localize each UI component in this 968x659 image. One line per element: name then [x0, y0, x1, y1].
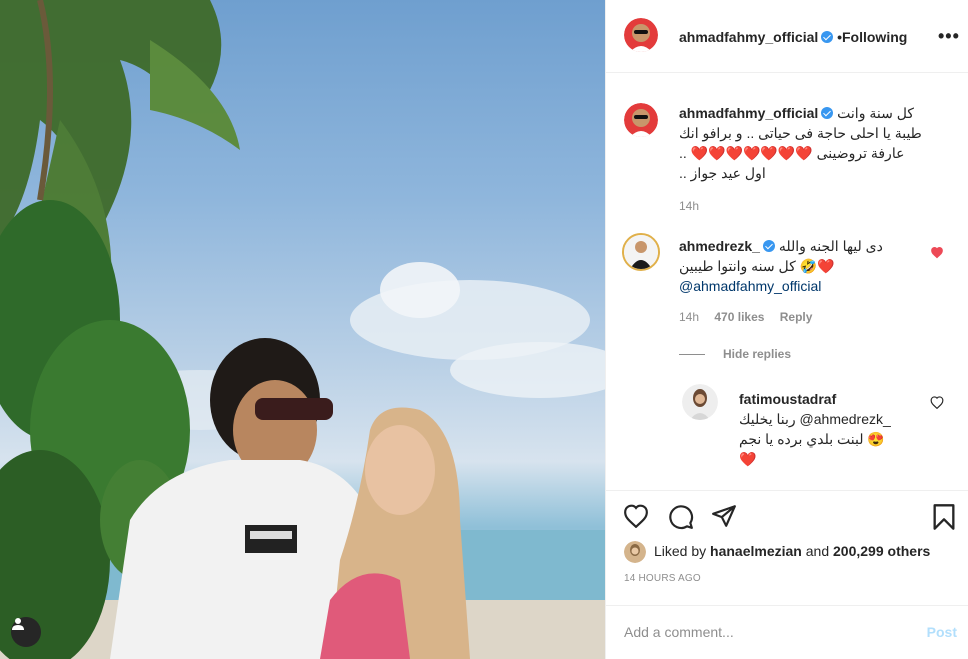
verified-badge-icon [821, 107, 834, 119]
comment-liked-heart-icon[interactable] [930, 246, 944, 264]
comments-list[interactable]: ahmadfahmy_official كل سنة وانت طيبة يا … [606, 73, 968, 490]
reply-line: ❤️ [739, 451, 757, 467]
verified-badge-icon [762, 240, 775, 252]
instagram-post-viewer: ahmadfahmy_official • Following ••• ahma… [0, 0, 968, 659]
author-avatar[interactable] [624, 18, 658, 52]
comment-mention[interactable]: @ahmadfahmy_official [679, 276, 929, 296]
likes-count[interactable]: 200,299 others [833, 543, 930, 559]
post-time-ago[interactable]: 14 HOURS AGO [624, 573, 701, 584]
reply-button[interactable]: Reply [780, 310, 813, 324]
comment-input[interactable]: Add a comment... [624, 624, 734, 640]
comment-time[interactable]: 14h [679, 310, 699, 324]
reply-username[interactable]: fatimoustadraf [739, 391, 836, 407]
hide-replies-button[interactable]: Hide replies [723, 347, 791, 361]
caption-line: كل سنة وانت [837, 105, 914, 121]
caption-time[interactable]: 14h [679, 199, 949, 213]
photo-illustration [0, 0, 605, 659]
post-actions: Liked by hanaelmezian and 200,299 others… [606, 490, 968, 600]
post-photo[interactable] [0, 0, 605, 659]
reply-like-heart-icon[interactable] [930, 396, 944, 414]
heart-icon[interactable] [623, 504, 649, 528]
caption: ahmadfahmy_official كل سنة وانت طيبة يا … [679, 103, 949, 213]
caption-line: طيبة يا احلى حاجة فى حياتى .. و برافو ان… [679, 125, 922, 141]
post-header: ahmadfahmy_official • Following ••• [606, 0, 968, 73]
post-comment-button[interactable]: Post [927, 624, 957, 640]
comment-username[interactable]: ahmedrezk_ [679, 238, 760, 254]
divider-line [679, 354, 705, 355]
comment-line: كل سنه وانتوا طيبين 🤣❤️ [679, 258, 835, 274]
verified-badge-icon [821, 31, 834, 43]
caption-line: عارفة تروضينى ❤️❤️❤️❤️❤️❤️❤️ .. [679, 145, 905, 161]
add-comment-bar: Add a comment... Post [606, 605, 968, 659]
comment-icon[interactable] [668, 504, 694, 530]
author-username[interactable]: ahmadfahmy_official • [679, 29, 842, 45]
caption-avatar[interactable] [624, 103, 658, 137]
liked-by-user[interactable]: hanaelmezian [710, 543, 802, 559]
commenter-avatar[interactable] [622, 233, 660, 271]
post-side-panel: ahmadfahmy_official • Following ••• ahma… [605, 0, 968, 659]
share-icon[interactable] [711, 504, 737, 528]
caption-line: اول عيد جواز .. [679, 165, 766, 181]
reply: fatimoustadraf ربنا يخليك @ahmedrezk_ لب… [739, 389, 929, 469]
user-tag-button[interactable] [11, 617, 41, 647]
comment: ahmedrezk_ دى ليها الجنه والله كل سنه وا… [679, 236, 929, 324]
user-icon [12, 618, 24, 630]
comment-likes[interactable]: 470 likes [714, 310, 764, 324]
liker-avatar[interactable] [624, 541, 646, 563]
reply-line: ربنا يخليك @ahmedrezk_ [739, 411, 891, 427]
reply-avatar[interactable] [682, 384, 718, 420]
liked-by-text: Liked by hanaelmezian and 200,299 others [654, 543, 931, 559]
following-button[interactable]: Following [842, 29, 907, 45]
more-options-icon[interactable]: ••• [938, 26, 960, 47]
reply-line: لبنت بلدي برده يا نجم 😍 [739, 431, 885, 447]
bookmark-icon[interactable] [932, 503, 956, 531]
comment-line: دى ليها الجنه والله [778, 238, 883, 254]
caption-username[interactable]: ahmadfahmy_official [679, 105, 834, 121]
